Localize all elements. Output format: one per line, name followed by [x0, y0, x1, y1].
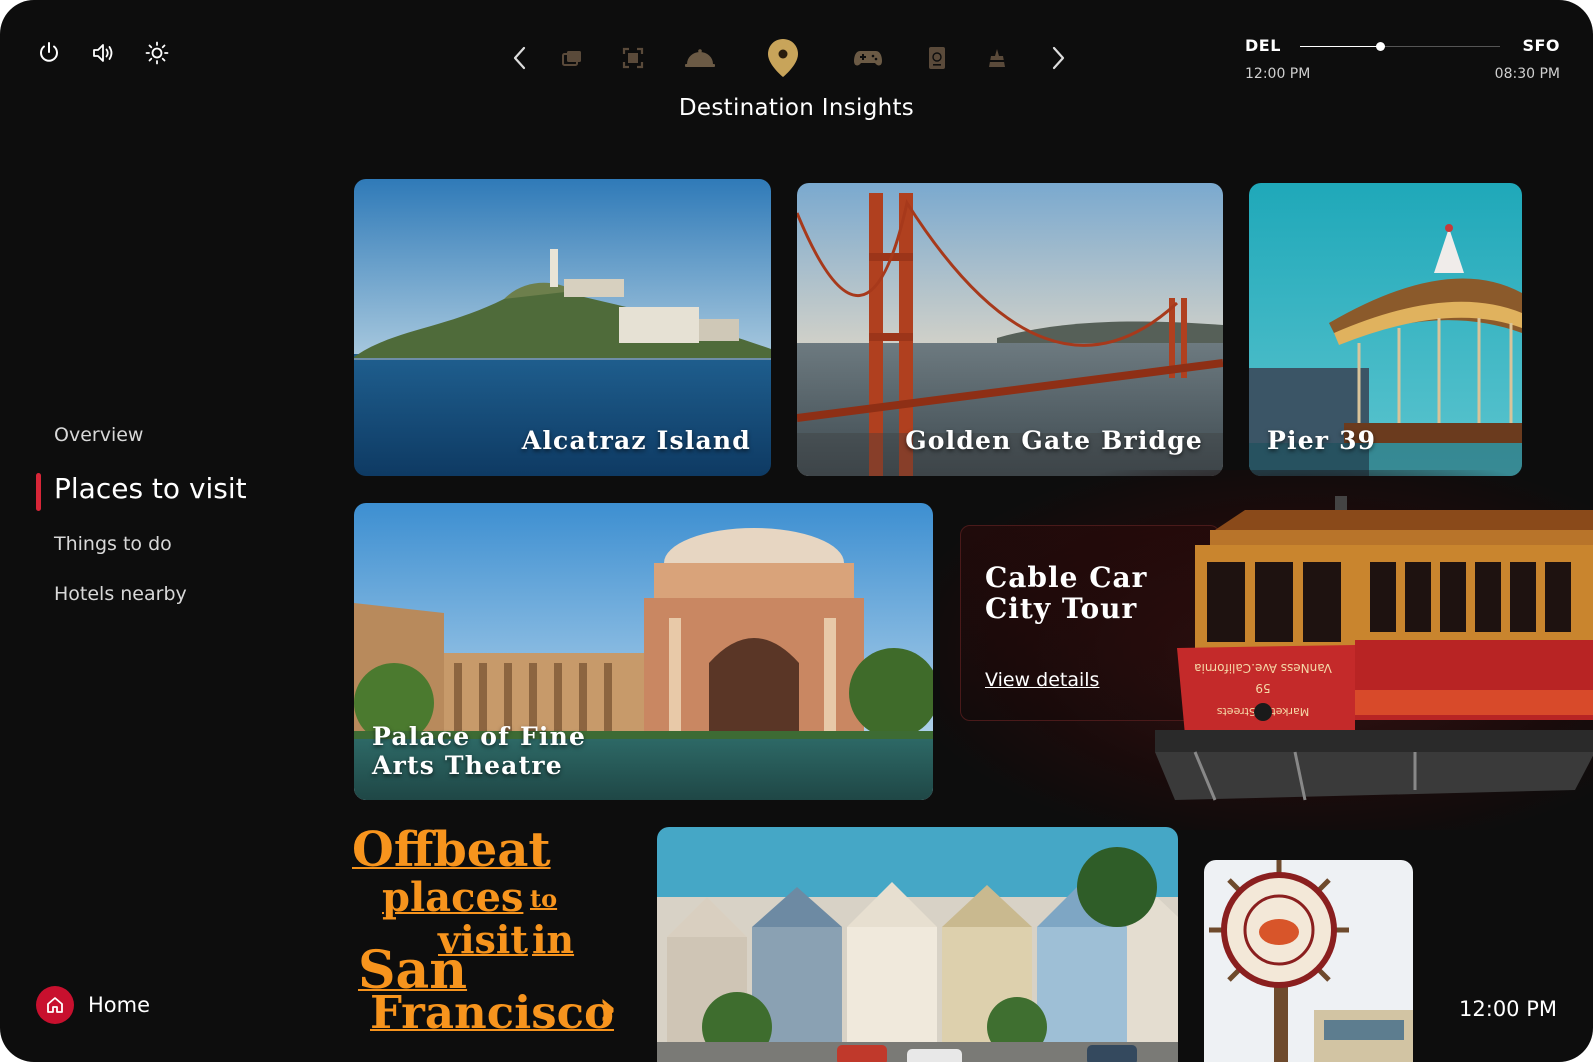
- volume-icon[interactable]: [90, 40, 116, 66]
- flight-progress: DEL SFO 12:00 PM 08:30 PM: [1245, 36, 1560, 86]
- view-details-link[interactable]: View details: [985, 669, 1099, 691]
- power-icon[interactable]: [36, 40, 62, 66]
- cable-car-image: VanNess Ave.California 59 Market & Stree…: [1155, 496, 1593, 801]
- origin-code: DEL: [1245, 36, 1281, 55]
- app-screen: Destination Insights DEL SFO 12:00 PM 08…: [0, 0, 1593, 1062]
- cable-car-sign-number: 59: [1255, 681, 1270, 695]
- home-icon: [36, 986, 74, 1024]
- sidebar-item-hotels-nearby[interactable]: Hotels nearby: [54, 583, 247, 605]
- sidebar-item-overview[interactable]: Overview: [54, 424, 247, 446]
- place-card-golden-gate[interactable]: Golden Gate Bridge: [797, 183, 1223, 476]
- home-label: Home: [88, 993, 151, 1017]
- place-card-alcatraz[interactable]: Alcatraz Island: [354, 179, 771, 476]
- offbeat-line3b: in: [532, 917, 575, 962]
- place-label-pier39: Pier 39: [1267, 426, 1377, 455]
- place-card-palace-fine-arts[interactable]: Palace of Fine Arts Theatre: [354, 503, 933, 800]
- place-card-fishermans-wharf[interactable]: [1204, 860, 1413, 1062]
- departure-time: 12:00 PM: [1245, 66, 1311, 82]
- place-label-alcatraz: Alcatraz Island: [521, 426, 751, 455]
- sidebar: Overview Places to visit Things to do Ho…: [36, 420, 247, 605]
- chevron-left-icon[interactable]: [505, 36, 535, 80]
- monument-icon[interactable]: [982, 36, 1012, 80]
- home-button[interactable]: Home: [36, 986, 150, 1024]
- flight-progress-track: [1300, 42, 1500, 51]
- sidebar-item-places-to-visit[interactable]: Places to visit: [36, 472, 247, 511]
- brightness-icon[interactable]: [144, 40, 170, 66]
- place-card-pier39[interactable]: Pier 39: [1249, 183, 1522, 476]
- offbeat-line1: Offbeat: [352, 822, 551, 878]
- offbeat-line2a: places: [382, 874, 524, 921]
- page-title: Destination Insights: [678, 95, 915, 121]
- system-controls: [36, 40, 170, 66]
- top-navigation: [505, 36, 1075, 80]
- flight-progress-fill: [1300, 46, 1380, 47]
- arrival-time: 08:30 PM: [1494, 66, 1560, 82]
- passport-icon[interactable]: [922, 36, 952, 80]
- place-card-painted-ladies[interactable]: [657, 827, 1178, 1062]
- photos-icon[interactable]: [557, 36, 587, 80]
- place-label-palace-line1: Palace of Fine: [372, 722, 587, 751]
- cable-car-sign-top: VanNess Ave.California: [1194, 661, 1332, 675]
- sidebar-item-things-to-do[interactable]: Things to do: [54, 533, 247, 555]
- location-pin-icon[interactable]: [763, 36, 803, 80]
- place-label-golden-gate: Golden Gate Bridge: [905, 426, 1203, 455]
- place-label-palace-line2: Arts Theatre: [372, 751, 563, 780]
- feature-title-line2: City Tour: [985, 592, 1138, 625]
- offbeat-places-link[interactable]: Offbeat places to visit in San Francisco…: [352, 822, 642, 1039]
- flight-progress-marker: [1376, 42, 1385, 51]
- offbeat-line2b: to: [530, 884, 558, 913]
- dining-cloche-icon[interactable]: [683, 36, 717, 80]
- clock: 12:00 PM: [1459, 997, 1557, 1021]
- chevron-right-icon[interactable]: [1043, 36, 1073, 80]
- fishermans-wharf-image: [1204, 860, 1413, 1062]
- painted-ladies-image: [657, 827, 1178, 1062]
- chevron-right-icon: ›: [598, 980, 618, 1036]
- offbeat-line5: Francisco: [370, 986, 614, 1039]
- gamepad-icon[interactable]: [850, 36, 886, 80]
- feature-title-line1: Cable Car: [985, 561, 1148, 594]
- destination-code: SFO: [1522, 36, 1560, 55]
- screen-icon[interactable]: [618, 36, 648, 80]
